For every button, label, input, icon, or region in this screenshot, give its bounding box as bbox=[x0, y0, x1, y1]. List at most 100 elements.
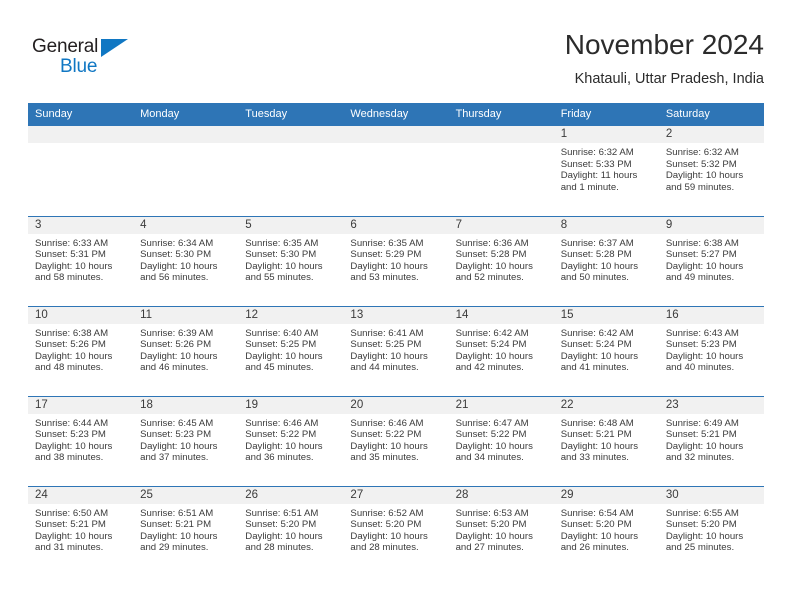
day-detail-sunset: Sunset: 5:22 PM bbox=[455, 429, 527, 441]
calendar-week-row: 17 Sunrise: 6:44 AM Sunset: 5:23 PM Dayligh… bbox=[28, 395, 764, 486]
day-number: 11 bbox=[133, 306, 239, 324]
calendar-day-cell[interactable]: 13 Sunrise: 6:41 AM Sunset: 5:25 PM Dayligh… bbox=[343, 305, 449, 396]
day-detail-daylight-line2: and 49 minutes. bbox=[665, 272, 735, 284]
day-number: 8 bbox=[553, 216, 659, 234]
calendar-cell-inner: 18 Sunrise: 6:45 AM Sunset: 5:23 PM Dayligh… bbox=[133, 396, 239, 486]
day-detail-sunset: Sunset: 5:26 PM bbox=[35, 339, 106, 351]
day-detail-daylight-line1: Daylight: 10 hours bbox=[35, 260, 113, 272]
day-details: Sunrise: 6:47 AM Sunset: 5:22 PM Daylight:… bbox=[449, 414, 554, 464]
day-detail-daylight-line1: Daylight: 10 hours bbox=[35, 440, 113, 452]
day-detail-sunrise: Sunrise: 6:32 AM bbox=[665, 147, 739, 158]
calendar-day-cell[interactable]: 24 Sunrise: 6:50 AM Sunset: 5:21 PM Dayligh… bbox=[28, 485, 134, 576]
calendar-day-cell[interactable]: 1 Sunrise: 6:32 AM Sunset: 5:33 PM Daylight… bbox=[553, 126, 659, 216]
day-detail-daylight-line2: and 33 minutes. bbox=[560, 452, 629, 464]
day-detail-daylight-line1: Daylight: 10 hours bbox=[245, 350, 323, 362]
calendar-cell-inner: 29 Sunrise: 6:54 AM Sunset: 5:20 PM Dayligh… bbox=[553, 486, 659, 577]
day-details bbox=[28, 143, 133, 147]
calendar-day-cell[interactable]: 23 Sunrise: 6:49 AM Sunset: 5:21 PM Dayligh… bbox=[658, 395, 764, 486]
day-detail-daylight-line1: Daylight: 10 hours bbox=[350, 350, 428, 362]
calendar-day-cell[interactable]: 27 Sunrise: 6:52 AM Sunset: 5:20 PM Dayligh… bbox=[343, 485, 449, 576]
calendar-day-cell[interactable]: 5 Sunrise: 6:35 AM Sunset: 5:30 PM Daylight… bbox=[238, 215, 344, 306]
weekday-header-sunday: Sunday bbox=[28, 103, 134, 126]
calendar-day-cell[interactable]: 20 Sunrise: 6:46 AM Sunset: 5:22 PM Dayligh… bbox=[343, 395, 449, 486]
calendar-day-cell[interactable]: 26 Sunrise: 6:51 AM Sunset: 5:20 PM Dayligh… bbox=[238, 485, 344, 576]
day-number: 18 bbox=[133, 396, 239, 414]
day-detail-sunset: Sunset: 5:25 PM bbox=[245, 339, 317, 351]
day-details: Sunrise: 6:37 AM Sunset: 5:28 PM Daylight:… bbox=[554, 234, 659, 284]
day-number: 14 bbox=[448, 306, 554, 324]
day-detail-sunset: Sunset: 5:27 PM bbox=[665, 249, 737, 261]
day-detail-daylight-line1: Daylight: 10 hours bbox=[245, 530, 323, 542]
day-details: Sunrise: 6:40 AM Sunset: 5:25 PM Daylight:… bbox=[238, 324, 343, 374]
calendar-cell-inner: 9 Sunrise: 6:38 AM Sunset: 5:27 PM Daylight… bbox=[658, 216, 764, 306]
calendar-day-cell[interactable]: 25 Sunrise: 6:51 AM Sunset: 5:21 PM Dayligh… bbox=[133, 485, 239, 576]
day-detail-daylight-line1: Daylight: 10 hours bbox=[665, 350, 744, 362]
day-detail-daylight-line1: Daylight: 10 hours bbox=[350, 530, 428, 542]
calendar-day-cell[interactable]: 29 Sunrise: 6:54 AM Sunset: 5:20 PM Dayligh… bbox=[553, 485, 659, 577]
calendar-table: Sunday Monday Tuesday Wednesday Thursday… bbox=[28, 103, 764, 576]
day-details: Sunrise: 6:48 AM Sunset: 5:21 PM Daylight:… bbox=[554, 414, 659, 464]
calendar-week-row: 10 Sunrise: 6:38 AM Sunset: 5:26 PM Dayligh… bbox=[28, 305, 764, 396]
calendar-day-cell[interactable]: 12 Sunrise: 6:40 AM Sunset: 5:25 PM Dayligh… bbox=[238, 305, 344, 396]
calendar-cell-inner bbox=[343, 126, 449, 216]
day-details: Sunrise: 6:51 AM Sunset: 5:20 PM Daylight:… bbox=[238, 504, 343, 554]
day-detail-daylight-line1: Daylight: 10 hours bbox=[665, 170, 744, 182]
calendar-day-cell[interactable]: 11 Sunrise: 6:39 AM Sunset: 5:26 PM Dayligh… bbox=[133, 305, 239, 396]
calendar-day-cell[interactable]: 2 Sunrise: 6:32 AM Sunset: 5:32 PM Daylight… bbox=[658, 126, 764, 216]
calendar-day-cell[interactable]: 6 Sunrise: 6:35 AM Sunset: 5:29 PM Daylight… bbox=[343, 215, 449, 306]
general-blue-logo[interactable]: General Blue bbox=[32, 36, 152, 82]
calendar-day-cell[interactable]: 4 Sunrise: 6:34 AM Sunset: 5:30 PM Daylight… bbox=[133, 215, 239, 306]
weekday-header-thursday: Thursday bbox=[448, 103, 554, 126]
calendar-day-cell[interactable]: 17 Sunrise: 6:44 AM Sunset: 5:23 PM Dayligh… bbox=[28, 395, 134, 486]
day-details: Sunrise: 6:39 AM Sunset: 5:26 PM Daylight:… bbox=[133, 324, 238, 374]
calendar-day-cell[interactable]: 16 Sunrise: 6:43 AM Sunset: 5:23 PM Dayligh… bbox=[658, 305, 764, 396]
calendar-cell-inner: 14 Sunrise: 6:42 AM Sunset: 5:24 PM Dayligh… bbox=[448, 306, 554, 396]
calendar-day-cell[interactable]: 21 Sunrise: 6:47 AM Sunset: 5:22 PM Dayligh… bbox=[448, 395, 554, 486]
calendar-day-cell[interactable]: 18 Sunrise: 6:45 AM Sunset: 5:23 PM Dayligh… bbox=[133, 395, 239, 486]
calendar-day-cell[interactable]: 3 Sunrise: 6:33 AM Sunset: 5:31 PM Daylight… bbox=[28, 215, 134, 306]
day-detail-daylight-line2: and 52 minutes. bbox=[455, 272, 524, 284]
calendar-day-cell[interactable]: 15 Sunrise: 6:42 AM Sunset: 5:24 PM Dayligh… bbox=[553, 305, 659, 396]
calendar-day-cell[interactable]: 14 Sunrise: 6:42 AM Sunset: 5:24 PM Dayligh… bbox=[448, 305, 554, 396]
weekday-header-friday: Friday bbox=[553, 103, 659, 126]
day-number: 21 bbox=[448, 396, 554, 414]
calendar-cell-inner: 1 Sunrise: 6:32 AM Sunset: 5:33 PM Daylight… bbox=[553, 126, 659, 216]
day-number: 15 bbox=[553, 306, 659, 324]
day-detail-daylight-line2: and 50 minutes. bbox=[560, 272, 629, 284]
calendar-cell-empty bbox=[343, 126, 449, 216]
calendar-day-cell[interactable]: 30 Sunrise: 6:55 AM Sunset: 5:20 PM Dayligh… bbox=[658, 485, 764, 576]
day-detail-daylight-line2: and 1 minute. bbox=[560, 181, 619, 193]
calendar-cell-inner: 8 Sunrise: 6:37 AM Sunset: 5:28 PM Daylight… bbox=[553, 216, 659, 306]
day-detail-sunset: Sunset: 5:30 PM bbox=[140, 249, 212, 261]
day-detail-sunrise: Sunrise: 6:48 AM bbox=[560, 417, 634, 429]
day-detail-daylight-line1: Daylight: 10 hours bbox=[455, 440, 533, 452]
day-number: 5 bbox=[238, 216, 344, 234]
calendar-cell-inner: 3 Sunrise: 6:33 AM Sunset: 5:31 PM Daylight… bbox=[28, 216, 134, 306]
calendar-cell-inner: 16 Sunrise: 6:43 AM Sunset: 5:23 PM Dayligh… bbox=[658, 306, 764, 396]
day-detail-sunrise: Sunrise: 6:54 AM bbox=[560, 507, 634, 519]
calendar-day-cell[interactable]: 28 Sunrise: 6:53 AM Sunset: 5:20 PM Dayligh… bbox=[448, 485, 554, 576]
day-details: Sunrise: 6:51 AM Sunset: 5:21 PM Daylight:… bbox=[133, 504, 238, 554]
day-detail-daylight-line2: and 38 minutes. bbox=[35, 452, 104, 464]
title-block: November 2024 Khatauli, Uttar Pradesh, I… bbox=[565, 28, 764, 90]
day-detail-daylight-line2: and 56 minutes. bbox=[140, 272, 209, 284]
day-detail-daylight-line1: Daylight: 10 hours bbox=[665, 530, 744, 542]
calendar-day-cell[interactable]: 22 Sunrise: 6:48 AM Sunset: 5:21 PM Dayligh… bbox=[553, 395, 659, 486]
calendar-day-cell[interactable]: 9 Sunrise: 6:38 AM Sunset: 5:27 PM Daylight… bbox=[658, 215, 764, 306]
day-detail-sunrise: Sunrise: 6:32 AM bbox=[560, 147, 634, 158]
day-detail-sunrise: Sunrise: 6:42 AM bbox=[455, 327, 529, 339]
logo-text-blue: Blue bbox=[60, 56, 98, 77]
day-detail-daylight-line1: Daylight: 10 hours bbox=[665, 260, 744, 272]
day-number: 25 bbox=[133, 486, 239, 504]
day-detail-sunset: Sunset: 5:23 PM bbox=[35, 429, 106, 441]
day-detail-daylight-line2: and 29 minutes. bbox=[140, 542, 209, 554]
calendar-day-cell[interactable]: 19 Sunrise: 6:46 AM Sunset: 5:22 PM Dayligh… bbox=[238, 395, 344, 486]
day-detail-sunrise: Sunrise: 6:51 AM bbox=[140, 507, 214, 519]
day-detail-daylight-line1: Daylight: 10 hours bbox=[560, 350, 639, 362]
day-details: Sunrise: 6:35 AM Sunset: 5:30 PM Daylight:… bbox=[238, 234, 343, 284]
calendar-day-cell[interactable]: 10 Sunrise: 6:38 AM Sunset: 5:26 PM Dayligh… bbox=[28, 305, 134, 396]
calendar-day-cell[interactable]: 7 Sunrise: 6:36 AM Sunset: 5:28 PM Daylight… bbox=[448, 215, 554, 306]
day-detail-daylight-line2: and 55 minutes. bbox=[245, 272, 314, 284]
calendar-cell-inner: 6 Sunrise: 6:35 AM Sunset: 5:29 PM Daylight… bbox=[343, 216, 449, 306]
calendar-day-cell[interactable]: 8 Sunrise: 6:37 AM Sunset: 5:28 PM Daylight… bbox=[553, 215, 659, 306]
